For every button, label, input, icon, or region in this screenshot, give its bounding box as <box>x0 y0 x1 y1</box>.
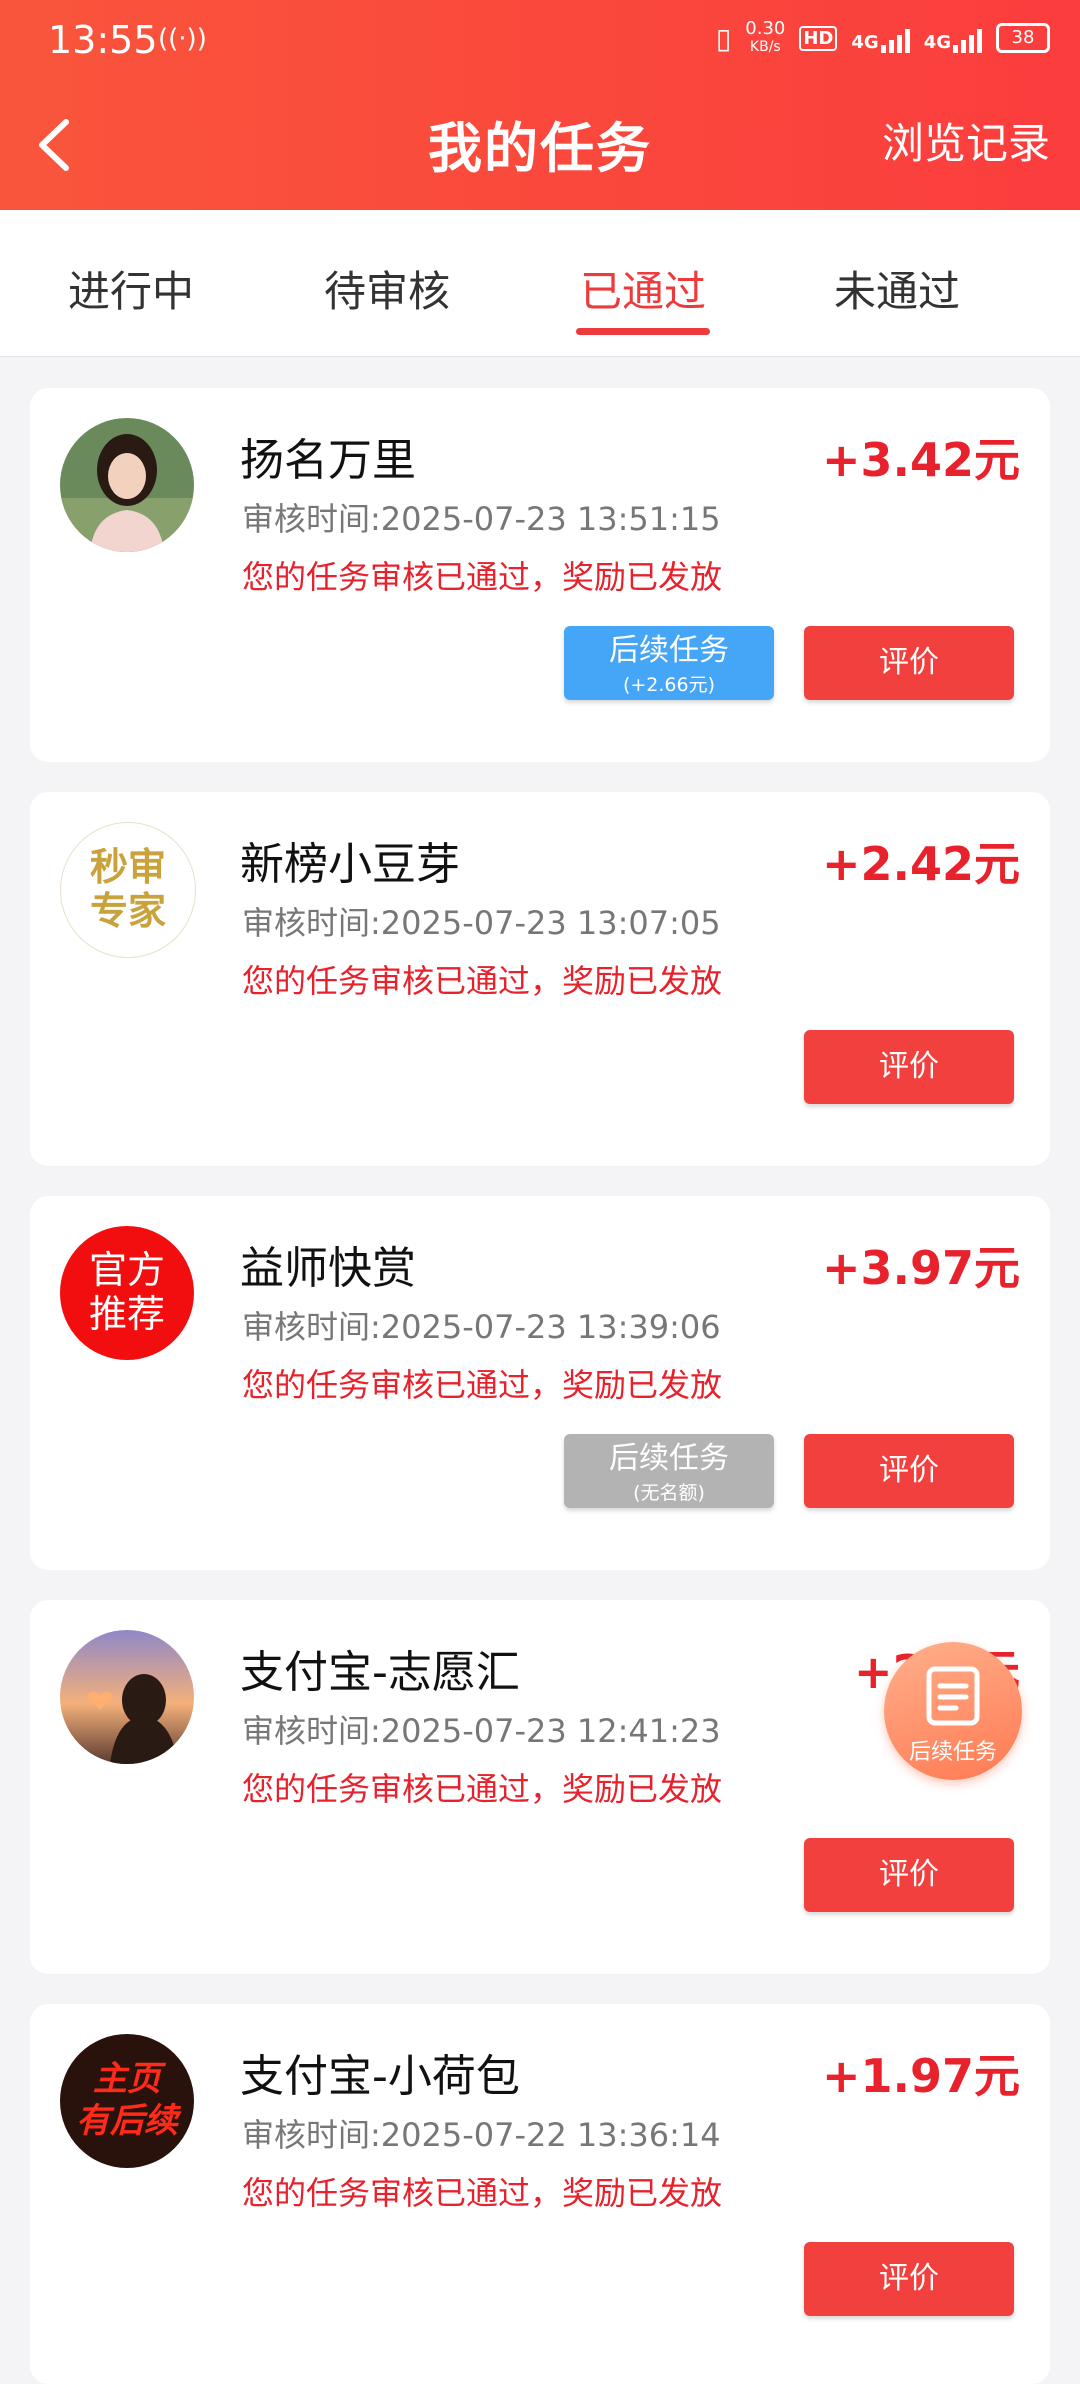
follow-up-task-button[interactable]: 后续任务 (+2.66元) <box>564 626 774 700</box>
avatar <box>60 418 194 552</box>
task-card[interactable]: 扬名万里 +3.42元 审核时间:2025-07-23 13:51:15 您的任… <box>30 388 1050 762</box>
task-name: 支付宝-志愿汇 <box>240 1647 520 1698</box>
app-header: 13:55 ((·)) ▯ 0.30KB/s HD 4G 4G 38 我的任务 <box>0 0 1080 210</box>
review-status: 您的任务审核已通过，奖励已发放 <box>242 1366 723 1404</box>
review-time: 审核时间:2025-07-23 13:39:06 <box>242 1308 721 1346</box>
evaluate-button[interactable]: 评价 <box>804 626 1014 700</box>
task-name: 新榜小豆芽 <box>240 839 460 890</box>
active-tab-indicator <box>576 328 710 335</box>
task-name: 支付宝-小荷包 <box>240 2051 520 2102</box>
tab-in-progress[interactable]: 进行中 <box>68 258 194 319</box>
avatar-badge-text: 官方 推荐 <box>88 1248 165 1336</box>
avatar: 官方 推荐 <box>60 1226 194 1360</box>
avatar-badge-text: 秒审 专家 <box>89 845 166 933</box>
evaluate-button[interactable]: 评价 <box>804 1030 1014 1104</box>
task-name: 益师快赏 <box>240 1243 416 1294</box>
task-card[interactable]: 官方 推荐 益师快赏 +3.97元 审核时间:2025-07-23 13:39:… <box>30 1196 1050 1570</box>
review-time: 审核时间:2025-07-22 13:36:14 <box>242 2116 721 2154</box>
net-speed: 0.30 KB/s <box>745 18 786 56</box>
avatar <box>60 1630 194 1764</box>
reward-amount: +3.42元 <box>821 433 1020 487</box>
evaluate-button[interactable]: 评价 <box>804 2242 1014 2316</box>
review-time: 审核时间:2025-07-23 12:41:23 <box>242 1712 721 1750</box>
battery-indicator: 38 <box>996 23 1050 53</box>
reward-amount: +2.42元 <box>821 837 1020 891</box>
fab-label: 后续任务 <box>908 1740 997 1765</box>
review-status: 您的任务审核已通过，奖励已发放 <box>242 1770 723 1808</box>
nav-bar: 我的任务 浏览记录 <box>0 84 1080 210</box>
status-tabs: 进行中 待审核 已通过 未通过 <box>0 210 1080 357</box>
avatar: 秒审 专家 <box>60 822 196 958</box>
review-status: 您的任务审核已通过，奖励已发放 <box>242 962 723 1000</box>
review-time: 审核时间:2025-07-23 13:07:05 <box>242 904 721 942</box>
evaluate-button[interactable]: 评价 <box>804 1434 1014 1508</box>
signal-1: 4G <box>851 23 910 53</box>
reward-amount: +1.97元 <box>821 2049 1020 2103</box>
avatar: 主页 有后续 <box>60 2034 194 2168</box>
reward-amount: +3.97元 <box>821 1241 1020 1295</box>
task-card[interactable]: 秒审 专家 新榜小豆芽 +2.42元 审核时间:2025-07-23 13:07… <box>30 792 1050 1166</box>
tab-approved[interactable]: 已通过 <box>580 258 706 319</box>
follow-up-task-button-disabled[interactable]: 后续任务 (无名额) <box>564 1434 774 1508</box>
task-card[interactable]: 主页 有后续 支付宝-小荷包 +1.97元 审核时间:2025-07-22 13… <box>30 2004 1050 2384</box>
review-status: 您的任务审核已通过，奖励已发放 <box>242 2174 723 2212</box>
tab-rejected[interactable]: 未通过 <box>834 258 960 319</box>
review-status: 您的任务审核已通过，奖励已发放 <box>242 558 723 596</box>
status-bar: 13:55 ((·)) ▯ 0.30 KB/s HD 4G 4G 38 <box>0 0 1080 84</box>
hotspot-icon: ((·)) <box>158 24 207 54</box>
evaluate-button[interactable]: 评价 <box>804 1838 1014 1912</box>
avatar-badge-text: 主页 有后续 <box>76 2059 178 2141</box>
vibrate-icon: ▯ <box>715 21 732 55</box>
review-time: 审核时间:2025-07-23 13:51:15 <box>242 500 721 538</box>
browse-history-link[interactable]: 浏览记录 <box>882 110 1050 171</box>
status-icons: ▯ 0.30 KB/s HD 4G 4G 38 <box>716 20 1050 56</box>
tab-pending-review[interactable]: 待审核 <box>324 258 450 319</box>
task-card[interactable]: 支付宝-志愿汇 +2.6元 审核时间:2025-07-23 12:41:23 您… <box>30 1600 1050 1974</box>
task-name: 扬名万里 <box>240 435 416 486</box>
document-list-icon <box>926 1666 980 1726</box>
status-time: 13:55 <box>48 18 158 62</box>
follow-up-tasks-fab[interactable]: 后续任务 <box>884 1642 1022 1780</box>
signal-2: 4G <box>924 23 982 53</box>
hd-badge: HD <box>799 25 838 51</box>
